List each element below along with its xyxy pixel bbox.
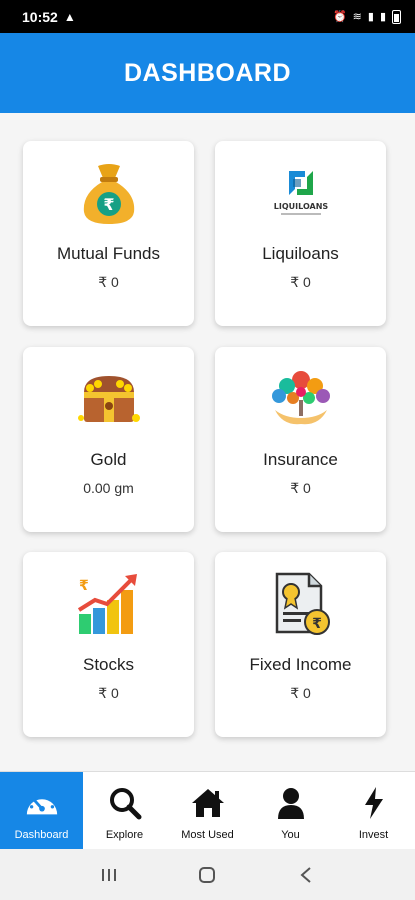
card-title: Stocks	[82, 655, 135, 674]
nav-you[interactable]: You	[249, 772, 332, 849]
card-title: Gold	[90, 450, 127, 469]
system-nav-bar	[0, 849, 415, 900]
nav-most-used[interactable]: Most Used	[166, 772, 249, 849]
user-icon	[273, 786, 309, 820]
card-value: ₹ 0	[290, 274, 311, 290]
nav-explore[interactable]: Explore	[83, 772, 166, 849]
search-icon	[107, 786, 143, 820]
card-value: ₹ 0	[290, 480, 311, 496]
stocks-chart-icon: ₹	[74, 569, 144, 639]
card-title: Insurance	[263, 450, 338, 469]
insurance-tree-icon	[266, 364, 336, 434]
bottom-nav: Dashboard Explore Most Used You Invest	[0, 771, 415, 849]
nav-label: Explore	[105, 829, 144, 841]
status-time: 10:52	[22, 8, 58, 25]
status-bar: 10:52 ▲ ⏰ ≋ ▮ ▮	[0, 0, 415, 33]
dashboard-grid: ₹ Mutual Funds ₹ 0 LIQUILOANS Liquiloans…	[0, 113, 415, 771]
lightning-icon	[356, 786, 392, 820]
nav-invest[interactable]: Invest	[332, 772, 415, 849]
card-value: ₹ 0	[98, 274, 119, 290]
card-value: 0.00 gm	[83, 480, 134, 496]
back-button[interactable]	[286, 860, 326, 890]
card-value: ₹ 0	[290, 685, 311, 701]
card-value: ₹ 0	[98, 685, 119, 701]
card-insurance[interactable]: Insurance ₹ 0	[215, 347, 386, 532]
app-header: DASHBOARD	[0, 33, 415, 113]
alarm-icon: ⏰	[332, 11, 347, 23]
nav-dashboard[interactable]: Dashboard	[0, 772, 83, 849]
card-title: Mutual Funds	[57, 244, 160, 263]
svg-text:₹: ₹	[79, 578, 89, 594]
card-fixed-income[interactable]: ₹ Fixed Income ₹ 0	[215, 552, 386, 737]
card-title: Liquiloans	[262, 244, 339, 263]
svg-text:₹: ₹	[312, 616, 322, 632]
card-title: Fixed Income	[249, 655, 352, 674]
page-title: DASHBOARD	[124, 58, 291, 87]
status-icons: ⏰ ≋ ▮ ▮	[332, 9, 401, 24]
money-bag-icon: ₹	[74, 158, 144, 228]
signal-icon: ▮	[367, 11, 374, 23]
card-gold[interactable]: Gold 0.00 gm	[23, 347, 194, 532]
home-button[interactable]	[187, 860, 227, 890]
wifi-icon: ≋	[352, 11, 362, 23]
card-liquiloans[interactable]: LIQUILOANS Liquiloans ₹ 0	[215, 141, 386, 326]
battery-icon	[392, 9, 401, 24]
card-mutual-funds[interactable]: ₹ Mutual Funds ₹ 0	[23, 141, 194, 326]
nav-label: Dashboard	[14, 829, 69, 841]
signal-icon-2: ▮	[379, 11, 386, 23]
treasure-chest-icon	[74, 364, 144, 434]
home-icon	[190, 786, 226, 820]
recent-apps-button[interactable]	[89, 860, 129, 890]
svg-text:₹: ₹	[103, 195, 114, 214]
svg-text:LIQUILOANS: LIQUILOANS	[273, 202, 328, 211]
warning-icon: ▲	[63, 9, 76, 24]
liquiloans-logo: LIQUILOANS	[266, 158, 336, 228]
nav-label: Invest	[358, 829, 389, 841]
certificate-icon: ₹	[266, 569, 336, 639]
nav-label: You	[281, 829, 300, 841]
nav-label: Most Used	[181, 829, 234, 841]
card-stocks[interactable]: ₹ Stocks ₹ 0	[23, 552, 194, 737]
speedometer-icon	[24, 786, 60, 820]
